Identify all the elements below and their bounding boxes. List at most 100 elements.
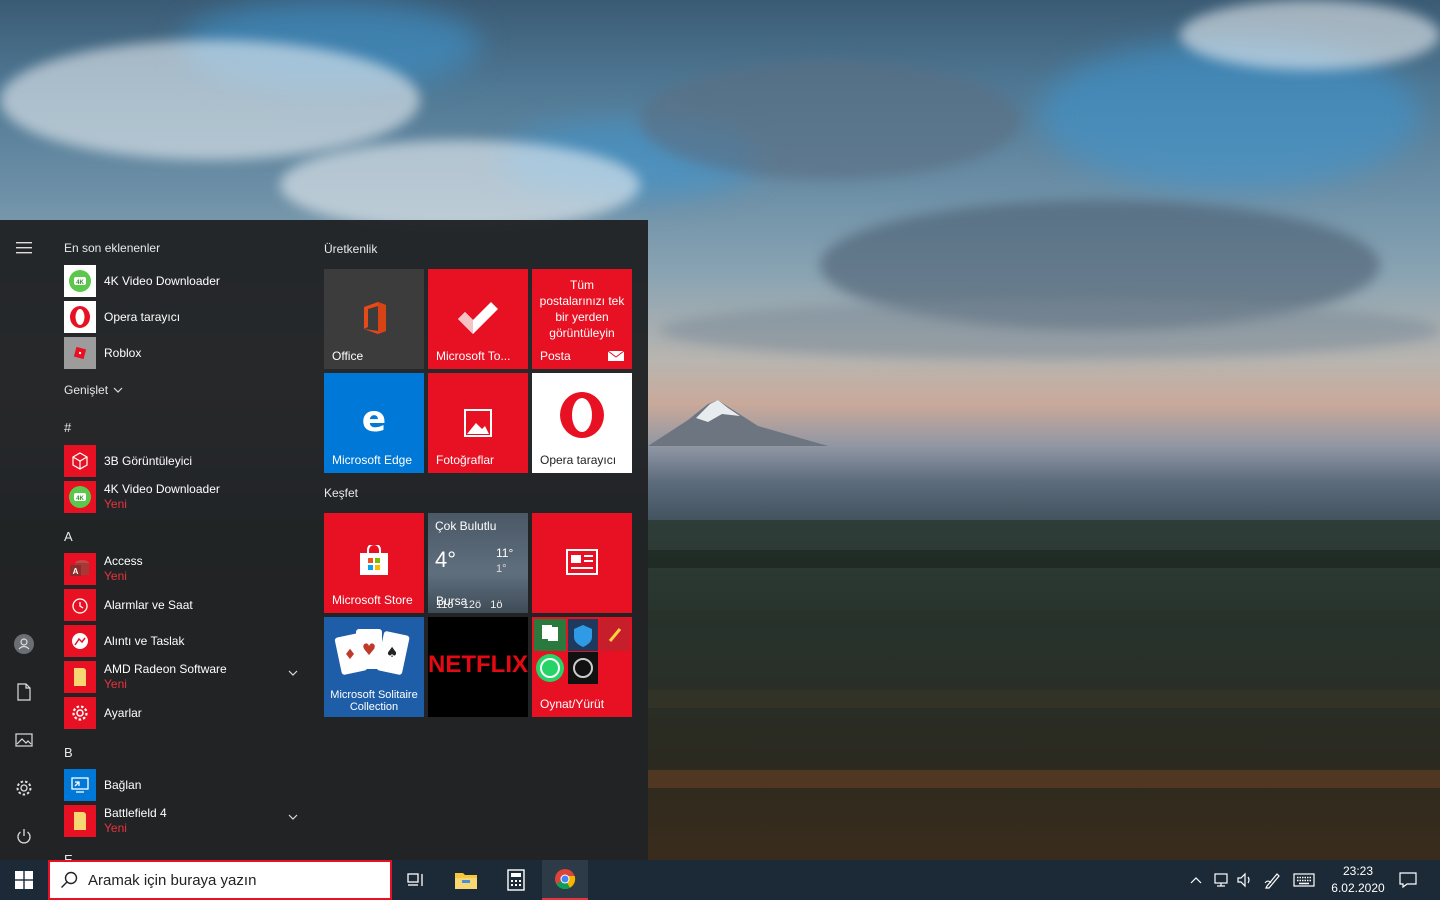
svg-text:♥: ♥ [362, 640, 376, 659]
folder-icon [455, 873, 477, 889]
power-icon [17, 829, 31, 844]
solitaire-label: Microsoft Solitaire Collection [330, 689, 418, 713]
start-menu: En son eklenenler 4K 4K Video Downloader… [0, 220, 648, 860]
chevron-up-icon [1190, 877, 1202, 884]
speaker-icon [1237, 872, 1250, 888]
tile-netflix[interactable]: NETFLIX [428, 617, 528, 717]
gear-icon [64, 697, 96, 729]
chevron-down-icon[interactable] [288, 814, 298, 820]
mail-message: Tüm postalarınızı tek bir yerden görüntü… [539, 278, 625, 340]
tile-mail[interactable]: Tüm postalarınızı tek bir yerden görüntü… [532, 269, 632, 369]
app-connect[interactable]: Bağlan [64, 768, 304, 802]
task-view-button[interactable] [392, 860, 440, 900]
chrome-button[interactable] [542, 860, 588, 900]
expand-menu-button[interactable] [0, 224, 48, 272]
section-letter-a[interactable]: A [64, 529, 73, 544]
group-header-productivity[interactable]: Üretkenlik [324, 242, 377, 256]
app-3d-viewer[interactable]: 3B Görüntüleyici [64, 444, 304, 478]
weather-hourly: 11ö 12ö 1ö [436, 599, 503, 611]
app-alarms-clock[interactable]: Alarmlar ve Saat [64, 588, 304, 622]
calculator-button[interactable] [492, 860, 540, 900]
app-4k-video-downloader-recent[interactable]: 4K 4K Video Downloader [64, 264, 304, 298]
tile-solitaire[interactable]: ♥ ♠ ♦ Microsoft Solitaire Collection [324, 617, 424, 717]
alarm-clock-icon [64, 589, 96, 621]
app-amd-radeon[interactable]: AMD Radeon Software Yeni [64, 660, 304, 694]
pen-workspace-button[interactable] [1260, 860, 1286, 900]
clock[interactable]: 23:23 6.02.2020 [1326, 863, 1390, 897]
snip-sketch-icon [64, 625, 96, 657]
new-badge: Yeni [104, 497, 127, 511]
office-icon [364, 302, 386, 334]
app-roblox-recent[interactable]: Roblox [64, 336, 304, 370]
section-letter-hash[interactable]: # [64, 420, 71, 435]
circle-app-icon [568, 652, 598, 684]
keyboard-icon [1293, 873, 1315, 887]
tile-weather[interactable]: Çok Bulutlu 4° 11° 1° Bursa 11ö 12ö 1ö [428, 513, 528, 613]
folder-icon [64, 805, 96, 837]
4k-video-downloader-icon: 4K [64, 265, 96, 297]
svg-text:♦: ♦ [344, 647, 357, 663]
app-battlefield-4[interactable]: Battlefield 4 Yeni [64, 804, 304, 838]
cube-icon [64, 445, 96, 477]
network-button[interactable] [1208, 860, 1234, 900]
app-settings[interactable]: Ayarlar [64, 696, 304, 730]
section-letter-e[interactable]: E [64, 852, 73, 860]
photos-icon [464, 409, 492, 437]
weather-condition: Çok Bulutlu [435, 519, 497, 533]
settings-button[interactable] [0, 764, 48, 812]
tile-microsoft-store[interactable]: Microsoft Store [324, 513, 424, 613]
tile-photos[interactable]: Fotoğraflar [428, 373, 528, 473]
pictures-button[interactable] [0, 716, 48, 764]
start-menu-rail [0, 220, 48, 860]
gear-icon [16, 780, 32, 796]
app-list: En son eklenenler 4K 4K Video Downloader… [48, 220, 312, 860]
taskbar: Aramak için buraya yazın 23:23 6.02.2020 [0, 860, 1440, 900]
windows-logo-icon [15, 871, 33, 889]
tile-microsoft-edge[interactable]: e Microsoft Edge [324, 373, 424, 473]
start-button[interactable] [0, 860, 48, 900]
user-avatar-icon [14, 634, 34, 654]
tile-news[interactable] [532, 513, 632, 613]
access-icon: A [64, 553, 96, 585]
touch-keyboard-button[interactable] [1290, 860, 1318, 900]
pen-icon [1264, 873, 1280, 889]
file-explorer-button[interactable] [442, 860, 490, 900]
document-icon [17, 683, 31, 701]
4k-video-downloader-icon: 4K [64, 481, 96, 513]
hamburger-icon [16, 242, 32, 254]
user-account-button[interactable] [0, 620, 48, 668]
calculator-icon [507, 869, 525, 891]
tile-play-folder[interactable]: Oynat/Yürüt [532, 617, 632, 717]
action-center-button[interactable] [1392, 860, 1424, 900]
power-button[interactable] [0, 812, 48, 860]
search-icon [61, 871, 78, 888]
task-view-icon [407, 873, 423, 886]
search-box[interactable]: Aramak için buraya yazın [48, 860, 392, 900]
opera-icon [560, 392, 604, 438]
section-letter-b[interactable]: B [64, 745, 73, 760]
group-header-explore[interactable]: Keşfet [324, 486, 358, 500]
weather-low: 1° [496, 563, 507, 575]
documents-button[interactable] [0, 668, 48, 716]
playing-cards-icon: ♥ ♠ ♦ [334, 629, 410, 675]
mountain-peak [648, 400, 828, 446]
volume-button[interactable] [1234, 860, 1256, 900]
tile-office[interactable]: Office [324, 269, 424, 369]
tile-opera[interactable]: Opera tarayıcı [532, 373, 632, 473]
expand-link[interactable]: Genişlet [64, 383, 123, 397]
whatsapp-icon [534, 652, 566, 684]
new-badge: Yeni [104, 821, 127, 835]
app-4k-video-downloader[interactable]: 4K 4K Video Downloader Yeni [64, 480, 304, 514]
tile-microsoft-todo[interactable]: Microsoft To... [428, 269, 528, 369]
svg-text:4K: 4K [76, 280, 84, 286]
mini-solitaire-icon [534, 619, 566, 651]
chrome-icon [555, 869, 576, 890]
app-snip-sketch[interactable]: Alıntı ve Taslak [64, 624, 304, 658]
notification-icon [1399, 872, 1417, 888]
network-icon [1214, 873, 1228, 887]
chevron-down-icon[interactable] [288, 670, 298, 676]
opera-icon [64, 301, 96, 333]
app-opera-recent[interactable]: Opera tarayıcı [64, 300, 304, 334]
show-hidden-icons-button[interactable] [1184, 860, 1208, 900]
app-access[interactable]: A Access Yeni [64, 552, 304, 586]
